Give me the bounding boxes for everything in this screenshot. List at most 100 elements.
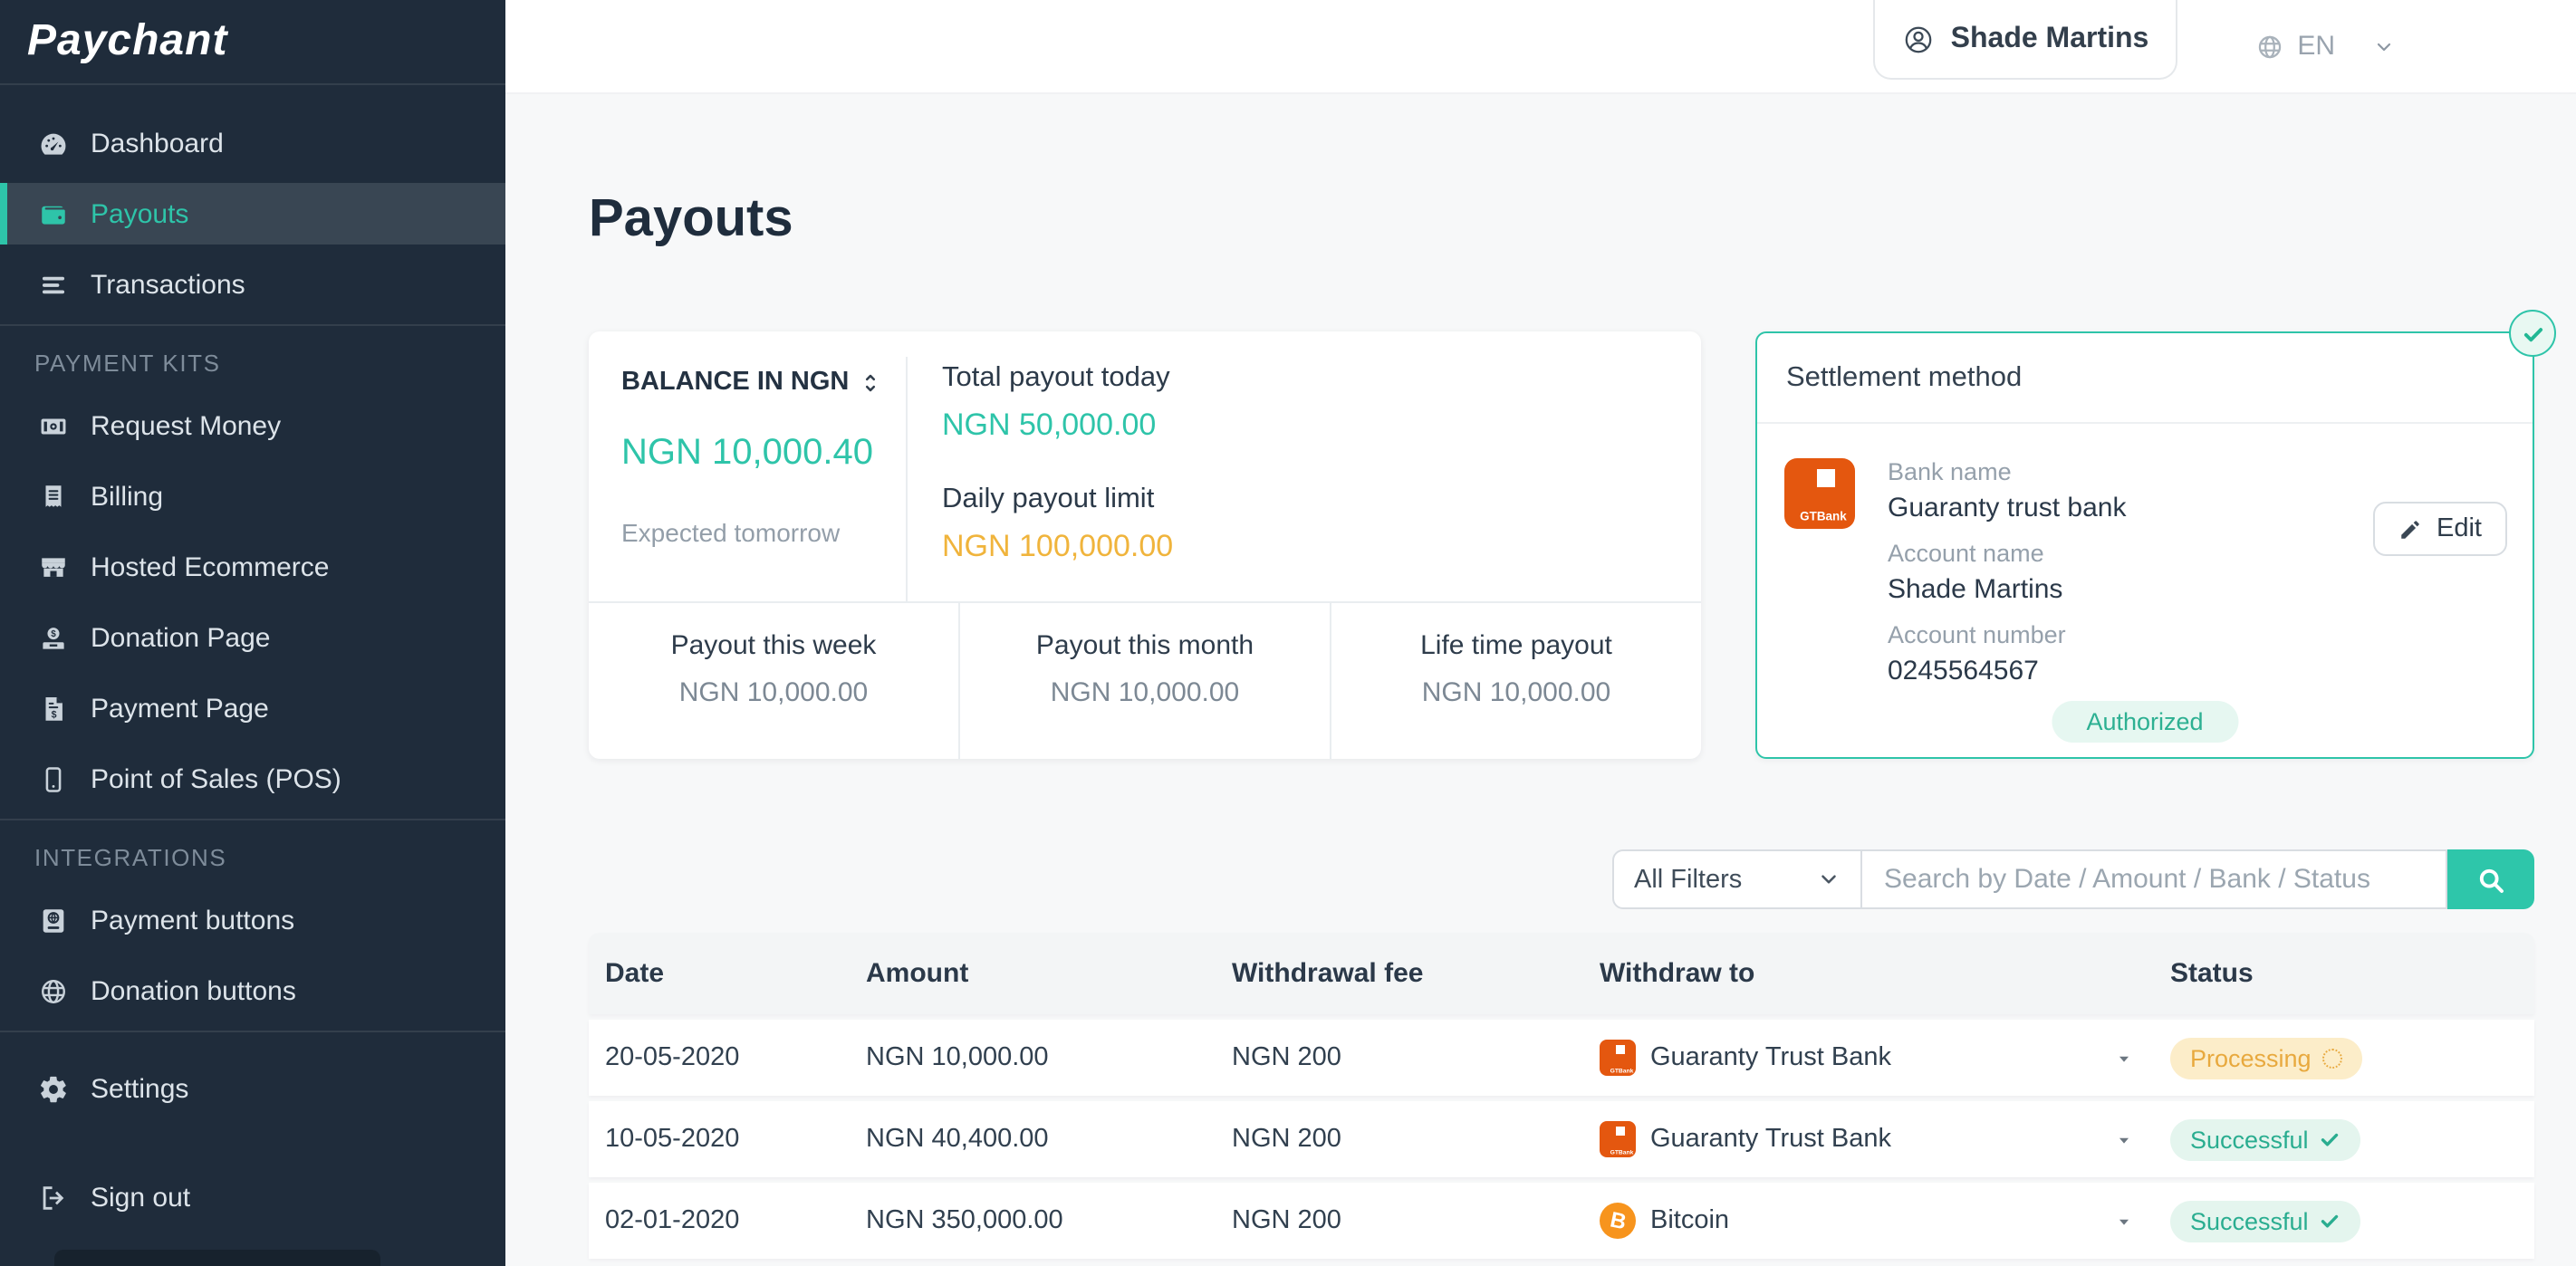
cell-withdraw-to[interactable]: GTBank Guaranty Trust Bank bbox=[1600, 1121, 2170, 1157]
check-icon bbox=[2320, 1128, 2341, 1150]
donate-icon: $ bbox=[34, 621, 71, 654]
chevron-down-icon bbox=[2373, 35, 2395, 57]
sidebar-divider bbox=[0, 1031, 505, 1032]
cell-fee: NGN 200 bbox=[1232, 1125, 1341, 1154]
balance-section: BALANCE IN NGN NGN 10,000.40 Expected to… bbox=[589, 331, 906, 601]
language-code: EN bbox=[2297, 31, 2335, 62]
balance-value: NGN 10,000.40 bbox=[621, 433, 873, 473]
gtbank-logo-icon: GTBank bbox=[1600, 1121, 1636, 1157]
sidebar-item-payouts[interactable]: Payouts bbox=[0, 183, 505, 245]
sidebar-item-payment-page[interactable]: $ Payment Page bbox=[0, 677, 505, 739]
store-icon bbox=[34, 551, 71, 583]
content: Payouts BALANCE IN NGN NGN 10,000.40 Exp… bbox=[589, 188, 2556, 1259]
sidebar-item-label: Payment buttons bbox=[91, 905, 295, 935]
all-filters-select[interactable]: All Filters bbox=[1612, 849, 1862, 909]
cell-amount: NGN 350,000.00 bbox=[866, 1206, 1063, 1235]
topbar: Shade Martins EN bbox=[505, 0, 2576, 94]
search-button[interactable] bbox=[2447, 849, 2534, 909]
cell-withdraw-to[interactable]: GTBank Guaranty Trust Bank bbox=[1600, 1040, 2170, 1076]
sidebar-section-label: INTEGRATIONS bbox=[34, 844, 227, 871]
person-circle-icon bbox=[1905, 25, 1931, 53]
bitcoin-icon: B bbox=[1600, 1203, 1636, 1239]
col-header-fee: Withdrawal fee bbox=[1232, 958, 1424, 989]
main-area: Shade Martins EN Payouts BALANCE IN NGN … bbox=[505, 0, 2576, 1266]
cell-withdraw-to[interactable]: B Bitcoin bbox=[1600, 1203, 2170, 1239]
svg-text:$: $ bbox=[51, 709, 56, 720]
money-bill-icon bbox=[34, 409, 71, 442]
gear-icon bbox=[34, 1072, 71, 1105]
sidebar-item-label: Point of Sales (POS) bbox=[91, 763, 341, 794]
sidebar-item-label: Transactions bbox=[91, 269, 245, 300]
cell-fee: NGN 200 bbox=[1232, 1206, 1341, 1235]
cell-status: Successful bbox=[2170, 1118, 2534, 1160]
account-number-label: Account number bbox=[1888, 621, 2066, 648]
payment-window-icon bbox=[34, 904, 71, 936]
bank-select-caret[interactable] bbox=[2114, 1129, 2134, 1149]
total-payout-today-value: NGN 50,000.00 bbox=[942, 408, 1157, 442]
svg-text:$: $ bbox=[50, 628, 55, 638]
user-menu-button[interactable]: Shade Martins bbox=[1873, 0, 2177, 80]
bank-name: Bitcoin bbox=[1650, 1206, 1730, 1235]
payout-stats-row: Payout this week NGN 10,000.00 Payout this… bbox=[589, 601, 1701, 759]
filters-row: All Filters bbox=[589, 849, 2534, 909]
account-name-value: Shade Martins bbox=[1888, 574, 2063, 605]
invoice-icon: $ bbox=[34, 692, 71, 724]
cell-amount: NGN 40,400.00 bbox=[866, 1125, 1049, 1154]
sidebar-item-request-money[interactable]: Request Money bbox=[0, 395, 505, 456]
sidebar-item-hosted-ecommerce[interactable]: Hosted Ecommerce bbox=[0, 536, 505, 598]
cell-amount: NGN 10,000.00 bbox=[866, 1043, 1049, 1072]
sidebar-item-settings[interactable]: Settings bbox=[0, 1058, 505, 1119]
sidebar-item-label: Sign out bbox=[91, 1182, 191, 1213]
col-header-date: Date bbox=[605, 958, 665, 989]
sidebar-item-label: Donation buttons bbox=[91, 975, 296, 1006]
sidebar-item-payment-buttons[interactable]: Payment buttons bbox=[0, 889, 505, 951]
sidebar-sections: PAYMENT KITS Request Money Billing Hosted E… bbox=[0, 324, 505, 1021]
settlement-card-title: Settlement method bbox=[1757, 333, 2533, 424]
sidebar-item-point-of-sales-pos[interactable]: Point of Sales (POS) bbox=[0, 748, 505, 810]
cell-status: Processing bbox=[2170, 1037, 2534, 1079]
payout-stat-value: NGN 10,000.00 bbox=[1421, 677, 1611, 708]
sidebar: Paychant Dashboard Payouts Transactions PA… bbox=[0, 0, 505, 1266]
sidebar-item-dashboard[interactable]: Dashboard bbox=[0, 112, 505, 174]
edit-settlement-button[interactable]: Edit bbox=[2373, 502, 2507, 556]
bank-select-caret[interactable] bbox=[2114, 1048, 2134, 1068]
gtbank-logo-icon: GTBank bbox=[1784, 458, 1855, 529]
status-label: Successful bbox=[2190, 1126, 2309, 1153]
search-input[interactable] bbox=[1862, 849, 2447, 909]
balance-card: BALANCE IN NGN NGN 10,000.40 Expected to… bbox=[589, 331, 1701, 759]
daily-payout-limit-label: Daily payout limit bbox=[942, 484, 1155, 514]
col-header-amount: Amount bbox=[866, 958, 969, 989]
table-row: 20-05-2020 NGN 10,000.00 NGN 200 GTBank Guar… bbox=[589, 1020, 2534, 1096]
bank-select-caret[interactable] bbox=[2114, 1211, 2134, 1231]
settlement-fields: Bank name Guaranty trust bank Account na… bbox=[1855, 458, 2126, 703]
sidebar-item-sign-out[interactable]: Sign out bbox=[0, 1166, 505, 1228]
check-icon bbox=[2320, 1210, 2341, 1232]
wallet-icon bbox=[34, 197, 71, 230]
sidebar-item-label: Billing bbox=[91, 481, 164, 512]
sidebar-item-label: Hosted Ecommerce bbox=[91, 551, 330, 582]
sidebar-item-label: Settings bbox=[91, 1073, 189, 1104]
account-name-label: Account name bbox=[1888, 540, 2044, 567]
gauge-icon bbox=[34, 127, 71, 159]
payouts-table: Date Amount Withdrawal fee Withdraw to S… bbox=[589, 933, 2534, 1259]
sidebar-item-label: Payouts bbox=[91, 198, 189, 229]
sidebar-item-donation-page[interactable]: $ Donation Page bbox=[0, 607, 505, 668]
table-body: 20-05-2020 NGN 10,000.00 NGN 200 GTBank Guar… bbox=[589, 1020, 2534, 1259]
status-badge: Processing bbox=[2170, 1037, 2362, 1079]
balance-label: BALANCE IN NGN bbox=[621, 368, 850, 397]
payout-stat-label: Life time payout bbox=[1420, 630, 1612, 661]
table-row: 02-01-2020 NGN 350,000.00 NGN 200 B Bitcoin S… bbox=[589, 1183, 2534, 1259]
daily-payout-limit-value: NGN 100,000.00 bbox=[942, 529, 1174, 563]
account-number-value: 0245564567 bbox=[1888, 656, 2039, 686]
balance-currency-switcher[interactable]: BALANCE IN NGN bbox=[621, 368, 906, 397]
language-selector[interactable]: EN bbox=[2255, 0, 2395, 92]
sidebar-item-transactions[interactable]: Transactions bbox=[0, 254, 505, 315]
sidebar-item-billing[interactable]: Billing bbox=[0, 465, 505, 527]
cell-date: 10-05-2020 bbox=[605, 1125, 740, 1154]
authorized-badge: Authorized bbox=[2052, 701, 2238, 743]
status-badge: Successful bbox=[2170, 1200, 2361, 1242]
paychant-logo: Paychant bbox=[27, 16, 228, 65]
page-title: Payouts bbox=[589, 190, 793, 248]
sidebar-item-donation-buttons[interactable]: Donation buttons bbox=[0, 960, 505, 1021]
payout-summary-section: Total payout today NGN 50,000.00 Daily p… bbox=[906, 331, 1701, 601]
